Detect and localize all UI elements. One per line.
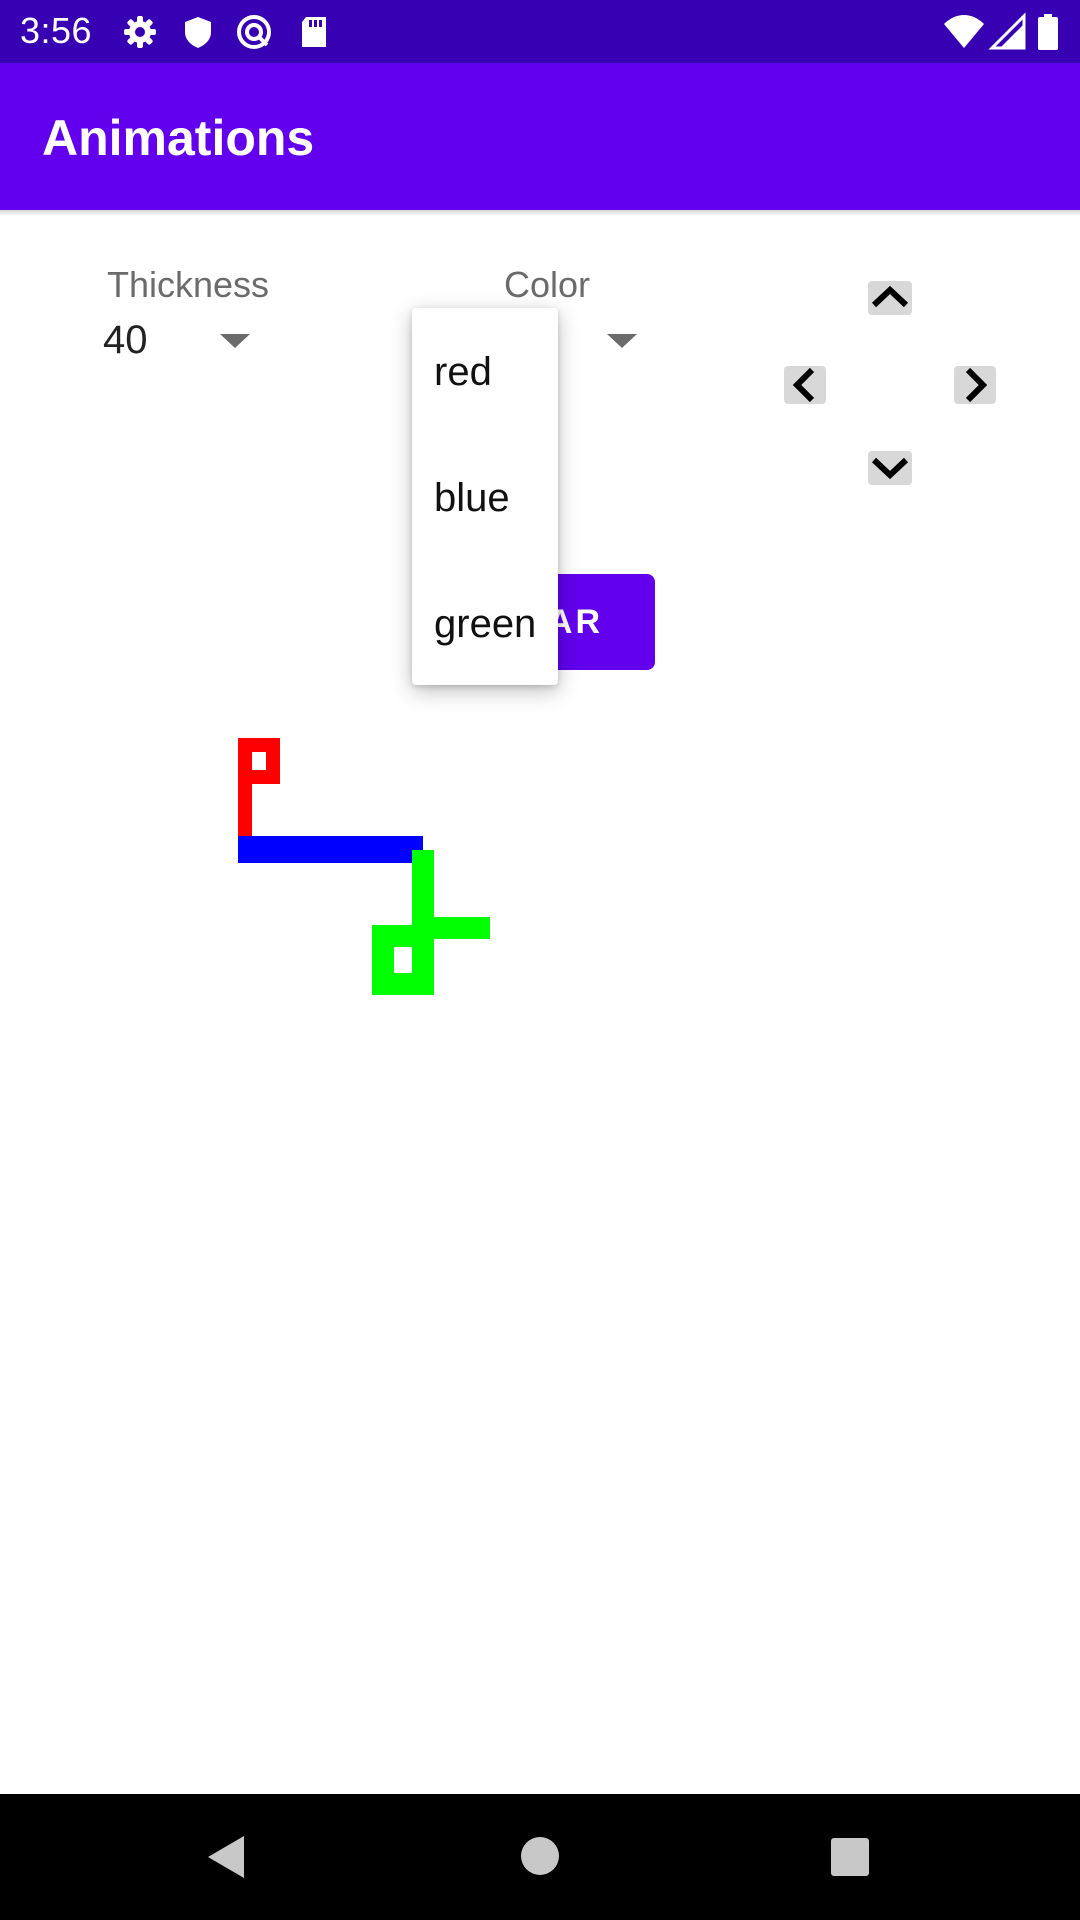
drawing-canvas[interactable]	[0, 0, 1080, 1794]
red-stroke	[238, 738, 280, 836]
color-option-green[interactable]: green	[434, 602, 536, 647]
color-option-blue[interactable]: blue	[434, 476, 510, 521]
color-option-red[interactable]: red	[434, 350, 492, 395]
color-dropdown-menu: red blue green	[412, 308, 558, 685]
back-icon[interactable]	[204, 1834, 248, 1880]
blue-stroke	[238, 836, 423, 863]
home-icon[interactable]	[520, 1836, 560, 1876]
recents-icon[interactable]	[830, 1837, 870, 1877]
navigation-bar	[0, 1794, 1080, 1920]
green-stroke	[372, 850, 490, 995]
